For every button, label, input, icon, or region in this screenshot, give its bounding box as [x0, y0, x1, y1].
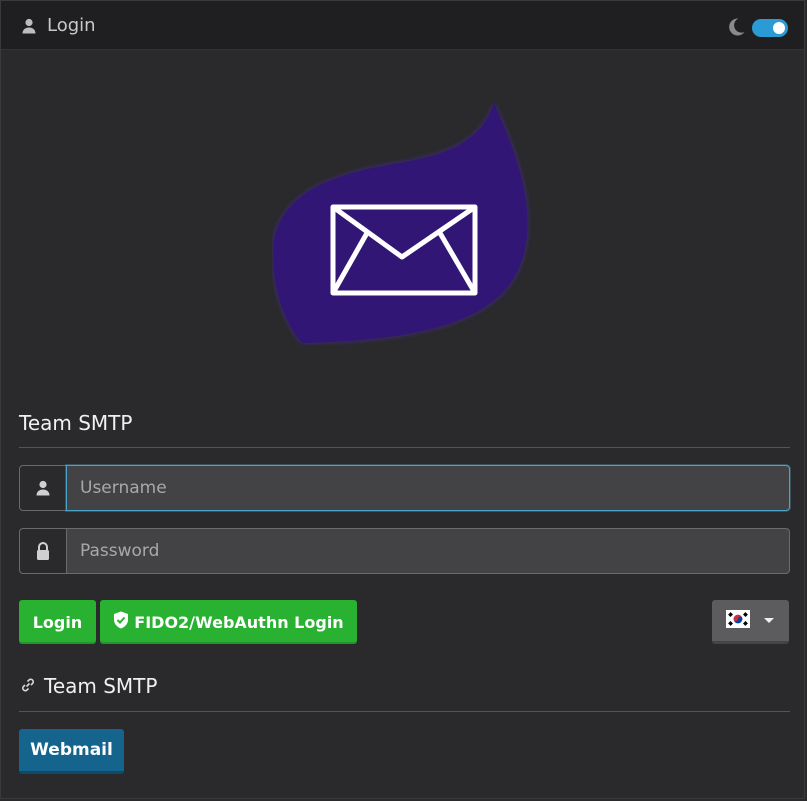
chevron-down-icon	[764, 618, 774, 623]
links-title-text: Team SMTP	[44, 674, 158, 698]
panel-header: Login	[1, 1, 804, 50]
username-input[interactable]	[66, 465, 790, 511]
links-title: Team SMTP	[20, 674, 157, 698]
header-title-text: Login	[47, 15, 96, 36]
user-icon	[19, 465, 66, 511]
password-input[interactable]	[66, 528, 790, 574]
links-divider	[19, 711, 790, 712]
webmail-label: Webmail	[30, 740, 113, 760]
section-divider	[19, 447, 790, 448]
language-select[interactable]	[712, 600, 789, 644]
login-button-label: Login	[32, 612, 83, 632]
korea-flag-icon	[726, 609, 750, 632]
user-icon	[21, 18, 37, 34]
moon-icon	[726, 17, 746, 41]
username-group	[19, 465, 790, 511]
logo	[273, 103, 528, 343]
header-title: Login	[21, 15, 96, 36]
fido-login-label: FIDO2/WebAuthn Login	[134, 612, 344, 632]
login-button[interactable]: Login	[19, 600, 96, 644]
shield-check-icon	[113, 611, 129, 633]
link-icon	[20, 674, 36, 698]
section-title: Team SMTP	[19, 411, 133, 435]
fido-login-button[interactable]: FIDO2/WebAuthn Login	[100, 600, 357, 644]
password-group	[19, 528, 790, 574]
dark-mode-toggle[interactable]	[752, 19, 788, 37]
lock-icon	[19, 528, 66, 574]
webmail-button[interactable]: Webmail	[19, 729, 124, 774]
